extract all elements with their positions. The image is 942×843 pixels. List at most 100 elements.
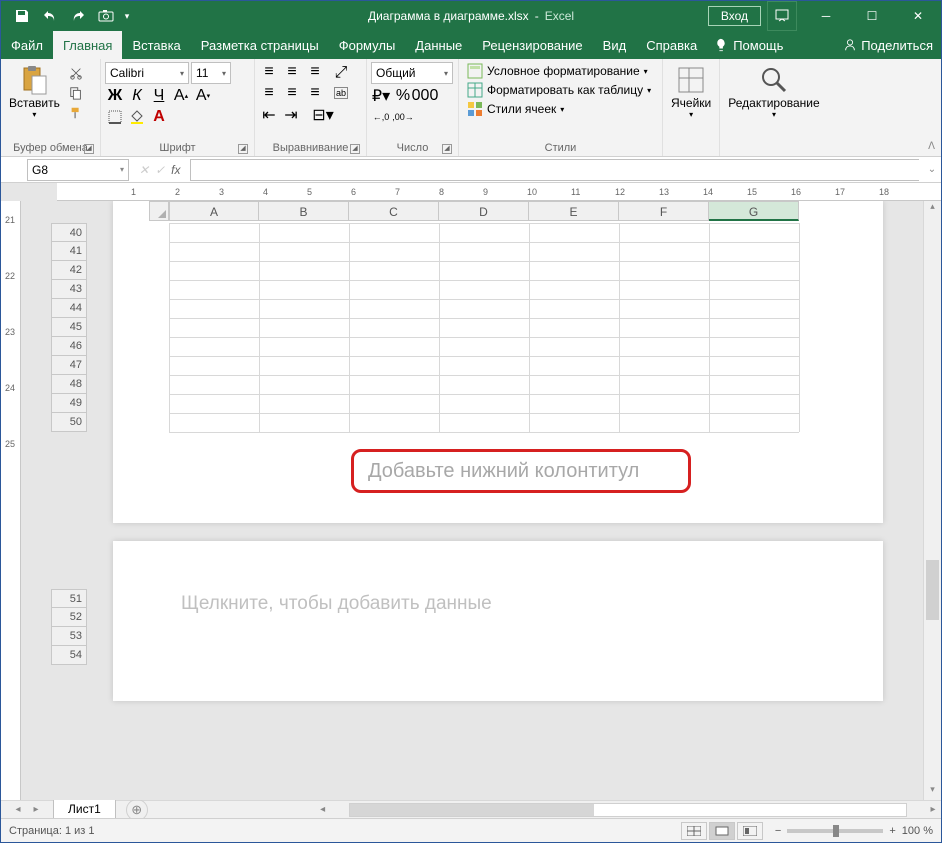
clipboard-dialog-launcher-icon[interactable]: ◢ xyxy=(84,144,94,154)
signin-button[interactable]: Вход xyxy=(708,6,761,26)
zoom-in-button[interactable]: + xyxy=(889,825,895,837)
row-header-47[interactable]: 47 xyxy=(51,356,87,375)
paste-button[interactable]: Вставить ▾ xyxy=(5,62,64,121)
select-all-cells[interactable] xyxy=(149,201,169,221)
camera-icon[interactable] xyxy=(93,3,119,29)
tab-home[interactable]: Главная xyxy=(53,31,122,59)
decrease-decimal-icon[interactable]: ,00→ xyxy=(393,108,413,126)
zoom-level[interactable]: 100 % xyxy=(902,825,933,837)
zoom-slider[interactable] xyxy=(787,829,883,833)
font-size-dropdown[interactable]: 11▾ xyxy=(191,62,231,84)
save-icon[interactable] xyxy=(9,3,35,29)
tab-view[interactable]: Вид xyxy=(593,31,637,59)
format-painter-icon[interactable] xyxy=(66,104,86,122)
merge-center-icon[interactable]: ⊟▾ xyxy=(303,106,343,124)
cut-icon[interactable] xyxy=(66,64,86,82)
orientation-icon[interactable]: ⤢ xyxy=(331,64,351,82)
align-left-icon[interactable]: ≡ xyxy=(259,84,279,102)
increase-font-icon[interactable]: A▴ xyxy=(171,87,191,105)
column-header-E[interactable]: E xyxy=(529,201,619,221)
horizontal-scrollbar[interactable] xyxy=(349,803,907,817)
number-format-dropdown[interactable]: Общий▾ xyxy=(371,62,453,84)
conditional-formatting-button[interactable]: Условное форматирование▾ xyxy=(463,62,655,80)
font-color-icon[interactable]: A xyxy=(149,108,169,126)
sheet-nav-next-icon[interactable]: ▸ xyxy=(27,804,45,815)
column-header-F[interactable]: F xyxy=(619,201,709,221)
undo-icon[interactable] xyxy=(37,3,63,29)
maximize-button[interactable]: ☐ xyxy=(849,1,895,31)
tab-formulas[interactable]: Формулы xyxy=(329,31,406,59)
increase-decimal-icon[interactable]: ←,0 xyxy=(371,108,391,126)
page-break-view-icon[interactable] xyxy=(737,822,763,840)
bold-button[interactable]: Ж xyxy=(105,87,125,105)
row-header-42[interactable]: 42 xyxy=(51,261,87,280)
tab-file[interactable]: Файл xyxy=(1,31,53,59)
share-button[interactable]: Поделиться xyxy=(835,31,941,59)
align-bottom-icon[interactable]: ≡ xyxy=(305,63,325,81)
scroll-right-icon[interactable]: ▸ xyxy=(925,804,941,815)
row-header-48[interactable]: 48 xyxy=(51,375,87,394)
alignment-dialog-launcher-icon[interactable]: ◢ xyxy=(350,144,360,154)
fill-color-icon[interactable] xyxy=(127,108,147,126)
minimize-button[interactable]: ─ xyxy=(803,1,849,31)
row-header-43[interactable]: 43 xyxy=(51,280,87,299)
font-dialog-launcher-icon[interactable]: ◢ xyxy=(238,144,248,154)
add-sheet-button[interactable]: ⊕ xyxy=(126,799,148,819)
scroll-left-icon[interactable]: ◂ xyxy=(315,804,331,815)
normal-view-icon[interactable] xyxy=(681,822,707,840)
row-header-44[interactable]: 44 xyxy=(51,299,87,318)
formula-bar[interactable] xyxy=(190,159,919,181)
insert-function-icon[interactable]: fx xyxy=(171,163,180,177)
cells-button[interactable]: Ячейки ▾ xyxy=(667,62,715,121)
align-right-icon[interactable]: ≡ xyxy=(305,84,325,102)
click-to-add-data-hint[interactable]: Щелкните, чтобы добавить данные xyxy=(181,593,492,615)
name-box[interactable]: G8▾ xyxy=(27,159,129,181)
font-name-dropdown[interactable]: Calibri▾ xyxy=(105,62,189,84)
row-header-50[interactable]: 50 xyxy=(51,413,87,432)
tab-help[interactable]: Справка xyxy=(636,31,707,59)
wrap-text-icon[interactable]: ab xyxy=(331,84,351,102)
tab-page-layout[interactable]: Разметка страницы xyxy=(191,31,329,59)
copy-icon[interactable] xyxy=(66,84,86,102)
align-center-icon[interactable]: ≡ xyxy=(282,84,302,102)
redo-icon[interactable] xyxy=(65,3,91,29)
borders-icon[interactable] xyxy=(105,108,125,126)
sheet-tab-1[interactable]: Лист1 xyxy=(53,799,116,818)
row-header-41[interactable]: 41 xyxy=(51,242,87,261)
tab-data[interactable]: Данные xyxy=(405,31,472,59)
cancel-formula-icon[interactable]: ✕ xyxy=(139,163,149,177)
expand-formula-bar-icon[interactable]: ⌄ xyxy=(923,164,941,175)
align-top-icon[interactable]: ≡ xyxy=(259,63,279,81)
column-header-G[interactable]: G xyxy=(709,201,799,221)
tab-review[interactable]: Рецензирование xyxy=(472,31,592,59)
row-header-40[interactable]: 40 xyxy=(51,223,87,242)
footer-placeholder[interactable]: Добавьте нижний колонтитул xyxy=(351,449,691,493)
decrease-font-icon[interactable]: A▾ xyxy=(193,87,213,105)
tab-insert[interactable]: Вставка xyxy=(122,31,190,59)
page-layout-view-icon[interactable] xyxy=(709,822,735,840)
ribbon-display-options-icon[interactable] xyxy=(767,1,797,31)
decrease-indent-icon[interactable]: ⇤ xyxy=(259,106,279,124)
format-as-table-button[interactable]: Форматировать как таблицу▾ xyxy=(463,81,655,99)
editing-button[interactable]: Редактирование ▾ xyxy=(724,62,823,121)
increase-indent-icon[interactable]: ⇥ xyxy=(281,106,301,124)
qat-customize-icon[interactable]: ▾ xyxy=(121,3,133,29)
row-header-49[interactable]: 49 xyxy=(51,394,87,413)
close-button[interactable]: ✕ xyxy=(895,1,941,31)
italic-button[interactable]: К xyxy=(127,87,147,105)
row-header-45[interactable]: 45 xyxy=(51,318,87,337)
worksheet-grid[interactable]: ABCDEFG 4041424344454647484950 Добавьте … xyxy=(21,201,923,800)
row-header-53[interactable]: 53 xyxy=(51,627,87,646)
vertical-scrollbar[interactable]: ▴ ▾ xyxy=(923,201,941,800)
comma-format-icon[interactable]: 000 xyxy=(415,87,435,105)
row-header-51[interactable]: 51 xyxy=(51,589,87,608)
column-header-C[interactable]: C xyxy=(349,201,439,221)
align-middle-icon[interactable]: ≡ xyxy=(282,63,302,81)
tellme-button[interactable]: Помощь xyxy=(707,31,791,59)
enter-formula-icon[interactable]: ✓ xyxy=(155,163,165,177)
column-header-A[interactable]: A xyxy=(169,201,259,221)
collapse-ribbon-icon[interactable]: ᐱ xyxy=(928,141,935,152)
row-header-46[interactable]: 46 xyxy=(51,337,87,356)
row-header-54[interactable]: 54 xyxy=(51,646,87,665)
column-header-D[interactable]: D xyxy=(439,201,529,221)
